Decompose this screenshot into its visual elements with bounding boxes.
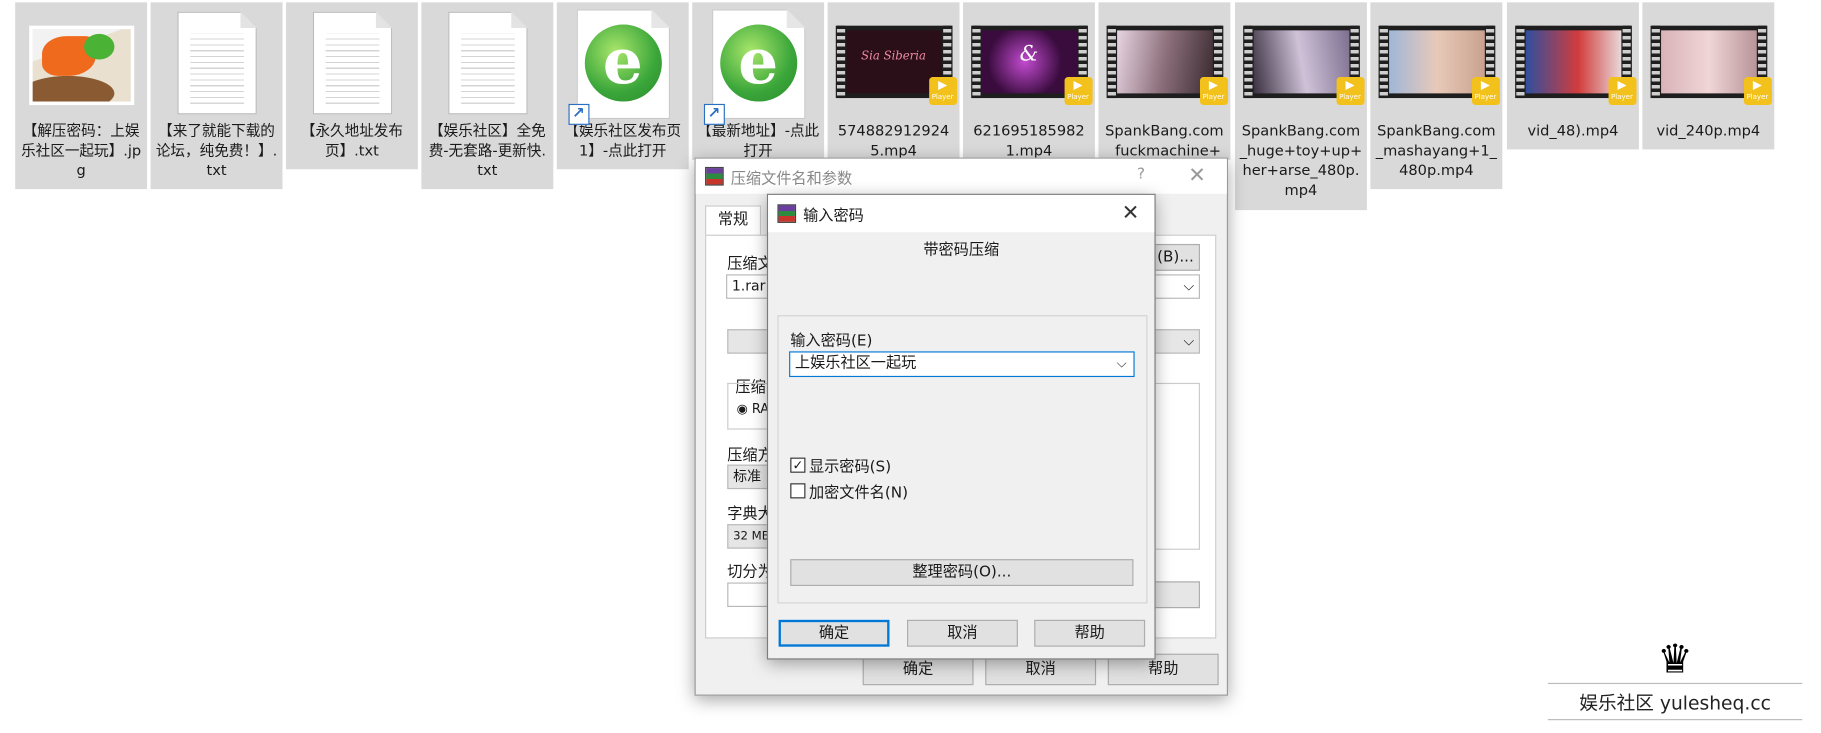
- dialog-title: 压缩文件名和参数: [730, 169, 853, 188]
- video-thumbnail: & ▶ Player: [963, 9, 1095, 119]
- desktop-stage: 【解压密码：上娱乐社区一起玩】.jpg 【来了就能下载的论坛，纯免费！】.txt…: [0, 0, 1821, 733]
- file-name: SpankBang.com_mashayang+1_480p.mp4: [1375, 121, 1497, 179]
- options-group: [1153, 382, 1200, 550]
- text-file-icon: [151, 9, 283, 119]
- file-item[interactable]: ▶ Player vid_240p.mp4: [1642, 2, 1775, 150]
- crown-icon: ♛: [1657, 636, 1693, 683]
- file-item[interactable]: ▶ Player vid_48).mp4: [1506, 2, 1639, 150]
- player-badge-icon: ▶ Player: [1743, 77, 1772, 106]
- dialog-title: 输入密码: [803, 207, 864, 225]
- ok-button[interactable]: 确定: [778, 619, 890, 647]
- file-item[interactable]: e ↗ 【最新地址】-点此打开: [692, 2, 825, 160]
- title-bar: 压缩文件名和参数 ? ✕: [695, 158, 1227, 194]
- set-password-button[interactable]: [1153, 581, 1200, 609]
- video-thumbnail: ▶ Player: [1098, 9, 1230, 119]
- close-icon[interactable]: ✕: [1188, 163, 1206, 188]
- show-password-label: 显示密码(S): [808, 458, 892, 477]
- watermark: ♛ 娱乐社区 yulesheq.cc: [1547, 636, 1803, 724]
- winrar-icon: [777, 204, 797, 223]
- file-item[interactable]: & ▶ Player 6216951859821.mp4: [963, 2, 1095, 160]
- player-badge-icon: ▶ Player: [1471, 77, 1500, 106]
- file-name: SpankBang.com_fuckmachine+: [1105, 121, 1224, 159]
- encrypt-filenames-checkbox[interactable]: [790, 483, 806, 499]
- ie-shortcut-icon: e ↗: [692, 9, 824, 125]
- ie-shortcut-icon: e ↗: [557, 9, 689, 125]
- file-name: 【娱乐社区发布页1】-点此打开: [564, 121, 682, 159]
- file-item[interactable]: e ↗ 【娱乐社区发布页1】-点此打开: [556, 2, 689, 170]
- file-item[interactable]: 【来了就能下载的论坛，纯免费！】.txt: [150, 2, 283, 190]
- dialog-heading: 带密码压缩: [923, 241, 1000, 260]
- file-item[interactable]: ▶ Player SpankBang.com_huge+toy+up+her+ar…: [1235, 2, 1367, 211]
- player-badge-icon: ▶ Player: [928, 77, 957, 106]
- text-file-icon: [421, 9, 553, 119]
- text-file-icon: [286, 9, 418, 119]
- shortcut-arrow-icon: ↗: [703, 103, 725, 125]
- player-badge-icon: ▶ Player: [1199, 77, 1228, 106]
- password-dialog: 输入密码 ✕ 带密码压缩 输入密码(E) 上娱乐社区一起玩 ⌵ ✓ 显示密码(S)…: [766, 193, 1156, 660]
- video-thumbnail: ▶ Player: [1235, 9, 1367, 119]
- options-dropdown[interactable]: ⌵: [1153, 329, 1200, 354]
- file-name: 【解压密码：上娱乐社区一起玩】.jpg: [21, 121, 142, 179]
- watermark-text: 娱乐社区 yulesheq.cc: [1579, 692, 1771, 715]
- file-name: 5748829129245.mp4: [837, 121, 950, 159]
- shortcut-arrow-icon: ↗: [567, 103, 589, 125]
- archive-name-field[interactable]: 1.rar: [726, 274, 773, 299]
- password-input[interactable]: 上娱乐社区一起玩 ⌵: [789, 351, 1135, 378]
- file-name: 【永久地址发布页】.txt: [300, 121, 404, 159]
- file-item[interactable]: ▶ Player SpankBang.com_mashayang+1_480p.m…: [1370, 2, 1503, 190]
- file-name: SpankBang.com_huge+toy+up+her+arse_480p.…: [1239, 121, 1363, 199]
- tab-general[interactable]: 常规: [705, 205, 762, 236]
- video-thumbnail: ▶ Player: [1642, 9, 1774, 119]
- file-name: 6216951859821.mp4: [973, 121, 1085, 159]
- help-button[interactable]: 帮助: [1034, 619, 1146, 647]
- file-name: vid_240p.mp4: [1656, 121, 1761, 139]
- browse-button[interactable]: (B)...: [1150, 243, 1200, 271]
- help-icon[interactable]: ?: [1137, 166, 1145, 184]
- player-badge-icon: ▶ Player: [1607, 77, 1636, 106]
- video-thumbnail: ▶ Player: [1507, 9, 1639, 119]
- file-name: vid_48).mp4: [1527, 121, 1619, 139]
- file-name: 【最新地址】-点此打开: [697, 121, 820, 159]
- file-name: 【娱乐社区】全免费-无套路-更新快.txt: [428, 121, 547, 179]
- file-item[interactable]: 【解压密码：上娱乐社区一起玩】.jpg: [15, 2, 148, 190]
- winrar-icon: [705, 166, 724, 186]
- file-name: 【来了就能下载的论坛，纯免费！】.txt: [155, 121, 278, 179]
- file-item[interactable]: 【娱乐社区】全免费-无套路-更新快.txt: [421, 2, 554, 190]
- organize-passwords-button[interactable]: 整理密码(O)...: [790, 559, 1134, 586]
- profile-dropdown[interactable]: ⌵: [1153, 274, 1200, 299]
- show-password-checkbox[interactable]: ✓: [790, 457, 806, 473]
- encrypt-filenames-label: 加密文件名(N): [808, 484, 909, 502]
- player-badge-icon: ▶ Player: [1063, 77, 1093, 106]
- chevron-down-icon[interactable]: ⌵: [1117, 353, 1127, 376]
- password-input-label: 输入密码(E): [790, 332, 873, 351]
- file-item[interactable]: ▶ Player SpankBang.com_fuckmachine+: [1098, 2, 1231, 160]
- file-item[interactable]: Sia Siberia ▶ Player 5748829129245.mp4: [827, 2, 960, 160]
- video-thumbnail: ▶ Player: [1370, 9, 1502, 119]
- player-badge-icon: ▶ Player: [1335, 77, 1364, 106]
- file-item[interactable]: 【永久地址发布页】.txt: [285, 2, 418, 170]
- video-thumbnail: Sia Siberia ▶ Player: [828, 9, 960, 119]
- title-bar: 输入密码 ✕: [768, 194, 1155, 233]
- format-radio-rar[interactable]: ◉ RA: [737, 402, 770, 417]
- close-icon[interactable]: ✕: [1122, 201, 1140, 226]
- cancel-button[interactable]: 取消: [906, 619, 1018, 647]
- image-thumbnail: [15, 9, 147, 119]
